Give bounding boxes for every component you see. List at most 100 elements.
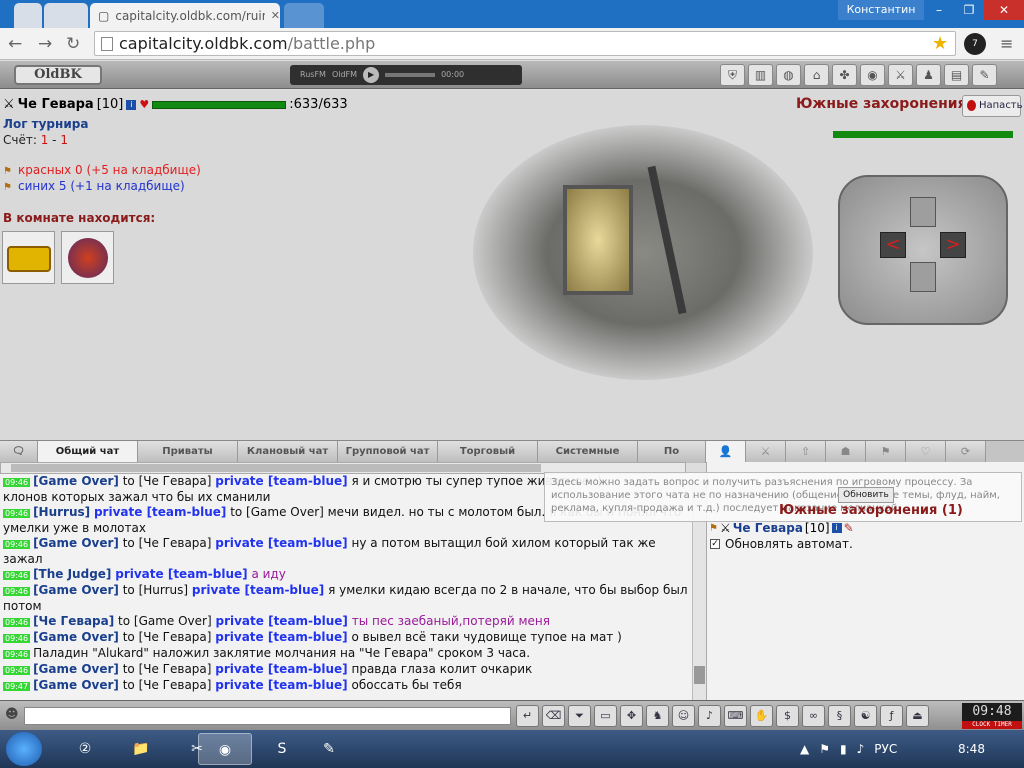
chat-private-tag[interactable]: private [team-blue] xyxy=(215,678,347,692)
stats-icon[interactable]: ▥ xyxy=(748,64,773,86)
tab-system[interactable]: Системные xyxy=(538,441,638,463)
chat-mode-icon[interactable]: 🗨 xyxy=(0,441,38,463)
restore-icon[interactable]: ❐ xyxy=(954,0,984,20)
tray-volume-icon[interactable]: ♪ xyxy=(857,742,865,756)
shield-icon[interactable]: ⛨ xyxy=(720,64,745,86)
move-down-button[interactable] xyxy=(910,262,936,292)
chat-private-tag[interactable]: private [team-blue] xyxy=(215,536,347,550)
move-right-button[interactable]: > xyxy=(940,232,966,258)
smile-icon[interactable]: ☺ xyxy=(672,705,695,727)
new-tab-button[interactable] xyxy=(284,3,324,28)
group-tab-icon[interactable]: ☗ xyxy=(826,441,866,463)
tray-network-icon[interactable]: ▮ xyxy=(840,742,847,756)
exit-icon[interactable]: ⏏ xyxy=(906,705,929,727)
auto-refresh-checkbox[interactable]: ✓ xyxy=(710,539,720,549)
move-icon[interactable]: ✥ xyxy=(620,705,643,727)
tab-private[interactable]: Приваты xyxy=(138,441,238,463)
chain-icon[interactable]: ∞ xyxy=(802,705,825,727)
tab-clan[interactable]: Клановый чат xyxy=(238,441,338,463)
chat-private-tag[interactable]: private [team-blue] xyxy=(215,630,347,644)
taskbar-skype-icon[interactable]: S xyxy=(255,733,309,765)
chat-author[interactable]: [Че Гевара] xyxy=(33,614,114,628)
info-icon[interactable]: i xyxy=(831,523,842,533)
chat-private-tag[interactable]: private [team-blue] xyxy=(94,505,226,519)
address-bar[interactable]: capitalcity.oldbk.com/battle.php xyxy=(94,31,956,56)
tray-language[interactable]: РУС xyxy=(874,742,897,756)
paw-icon[interactable]: ✤ xyxy=(832,64,857,86)
tab-general-chat[interactable]: Общий чат xyxy=(38,441,138,463)
function-icon[interactable]: ƒ xyxy=(880,705,903,727)
radio-volume-slider[interactable] xyxy=(385,73,436,77)
move-up-button[interactable] xyxy=(910,197,936,227)
money-bag-icon[interactable]: $ xyxy=(776,705,799,727)
chat-private-tag[interactable]: private [team-blue] xyxy=(215,662,347,676)
taskbar-app-1-icon[interactable]: ② xyxy=(58,733,112,765)
filter-icon[interactable]: ⏷ xyxy=(568,705,591,727)
start-button[interactable] xyxy=(6,732,42,766)
radio-station-2[interactable]: OldFM xyxy=(332,65,357,85)
document-icon[interactable]: ▤ xyxy=(944,64,969,86)
heart-tab-icon[interactable]: ♡ xyxy=(906,441,946,463)
flag-tab-icon[interactable]: ⚑ xyxy=(866,441,906,463)
taskbar-chrome-icon[interactable]: ◉ xyxy=(198,733,252,765)
coin-icon[interactable]: ◉ xyxy=(860,64,885,86)
game-logo[interactable]: OldBK xyxy=(14,65,102,85)
browser-tab-2[interactable] xyxy=(44,3,88,28)
users-tab-icon[interactable]: 👤 xyxy=(706,441,746,463)
panel-user-name[interactable]: Че Гевара xyxy=(733,521,803,535)
scroll-icon[interactable]: § xyxy=(828,705,851,727)
screen-icon[interactable]: ▭ xyxy=(594,705,617,727)
profile-user[interactable]: Константин xyxy=(838,0,924,20)
people-icon[interactable]: ♞ xyxy=(646,705,669,727)
arrow-tab-icon[interactable]: ⇧ xyxy=(786,441,826,463)
taskbar-folder-icon[interactable]: 📁 xyxy=(114,733,168,765)
chat-private-tag[interactable]: private [team-blue] xyxy=(215,474,347,488)
chat-author[interactable]: [Hurrus] xyxy=(33,505,90,519)
refresh-tab-icon[interactable]: ⟳ xyxy=(946,441,986,463)
radio-station-1[interactable]: RusFM xyxy=(300,65,326,85)
bookmark-star-icon[interactable]: ★ xyxy=(932,33,948,54)
move-left-button[interactable]: < xyxy=(880,232,906,258)
close-window-icon[interactable]: ✕ xyxy=(984,0,1024,20)
tray-time[interactable]: 8:48 xyxy=(958,742,985,756)
keyboard-icon[interactable]: ⌨ xyxy=(724,705,747,727)
treasure-chest-icon[interactable] xyxy=(2,231,55,284)
chat-input[interactable] xyxy=(24,707,511,725)
chat-author[interactable]: [Game Over] xyxy=(33,678,119,692)
hand-icon[interactable]: ✋ xyxy=(750,705,773,727)
browser-tab-active[interactable]: ▢ capitalcity.oldbk.com/ruin ✕ xyxy=(90,3,280,28)
tournament-log-link[interactable]: Лог турнира xyxy=(3,117,88,131)
sword-icon[interactable]: ⚔ xyxy=(888,64,913,86)
building-icon[interactable]: ⌂ xyxy=(804,64,829,86)
chat-private-tag[interactable]: private [team-blue] xyxy=(115,567,247,581)
close-tab-icon[interactable]: ✕ xyxy=(271,9,280,22)
extension-icon[interactable]: 7 xyxy=(964,33,986,55)
back-icon[interactable]: ← xyxy=(8,34,22,54)
refresh-button[interactable]: Обновить xyxy=(838,487,894,503)
minimize-icon[interactable]: – xyxy=(924,0,954,20)
tray-flag-icon[interactable]: ⚑ xyxy=(819,742,830,756)
attack-button[interactable]: Напасть xyxy=(962,95,1023,117)
info-icon[interactable]: i xyxy=(126,99,137,110)
chat-private-tag[interactable]: private [team-blue] xyxy=(215,614,347,628)
bag-icon[interactable]: ◍ xyxy=(776,64,801,86)
yin-yang-icon[interactable]: ☯ xyxy=(854,705,877,727)
music-icon[interactable]: ♪ xyxy=(698,705,721,727)
player-name[interactable]: Че Гевара xyxy=(18,97,94,112)
browser-tab-pinned[interactable] xyxy=(14,3,42,28)
tab-group[interactable]: Групповой чат xyxy=(338,441,438,463)
quill-icon[interactable]: ✎ xyxy=(972,64,997,86)
tray-up-icon[interactable]: ▲ xyxy=(800,742,809,756)
chat-head-icon[interactable]: ☻ xyxy=(5,707,19,722)
chat-author[interactable]: [Game Over] xyxy=(33,474,119,488)
chat-author[interactable]: [Game Over] xyxy=(33,536,119,550)
chat-author[interactable]: [Game Over] xyxy=(33,662,119,676)
enter-icon[interactable]: ↵ xyxy=(516,705,539,727)
tab-more[interactable]: По xyxy=(638,441,706,463)
forward-icon[interactable]: → xyxy=(38,34,52,54)
person-icon[interactable]: ♟ xyxy=(916,64,941,86)
chat-private-tag[interactable]: private [team-blue] xyxy=(192,583,324,597)
chat-author[interactable]: [Game Over] xyxy=(33,630,119,644)
swords-tab-icon[interactable]: ⚔ xyxy=(746,441,786,463)
chat-author[interactable]: [Game Over] xyxy=(33,583,119,597)
